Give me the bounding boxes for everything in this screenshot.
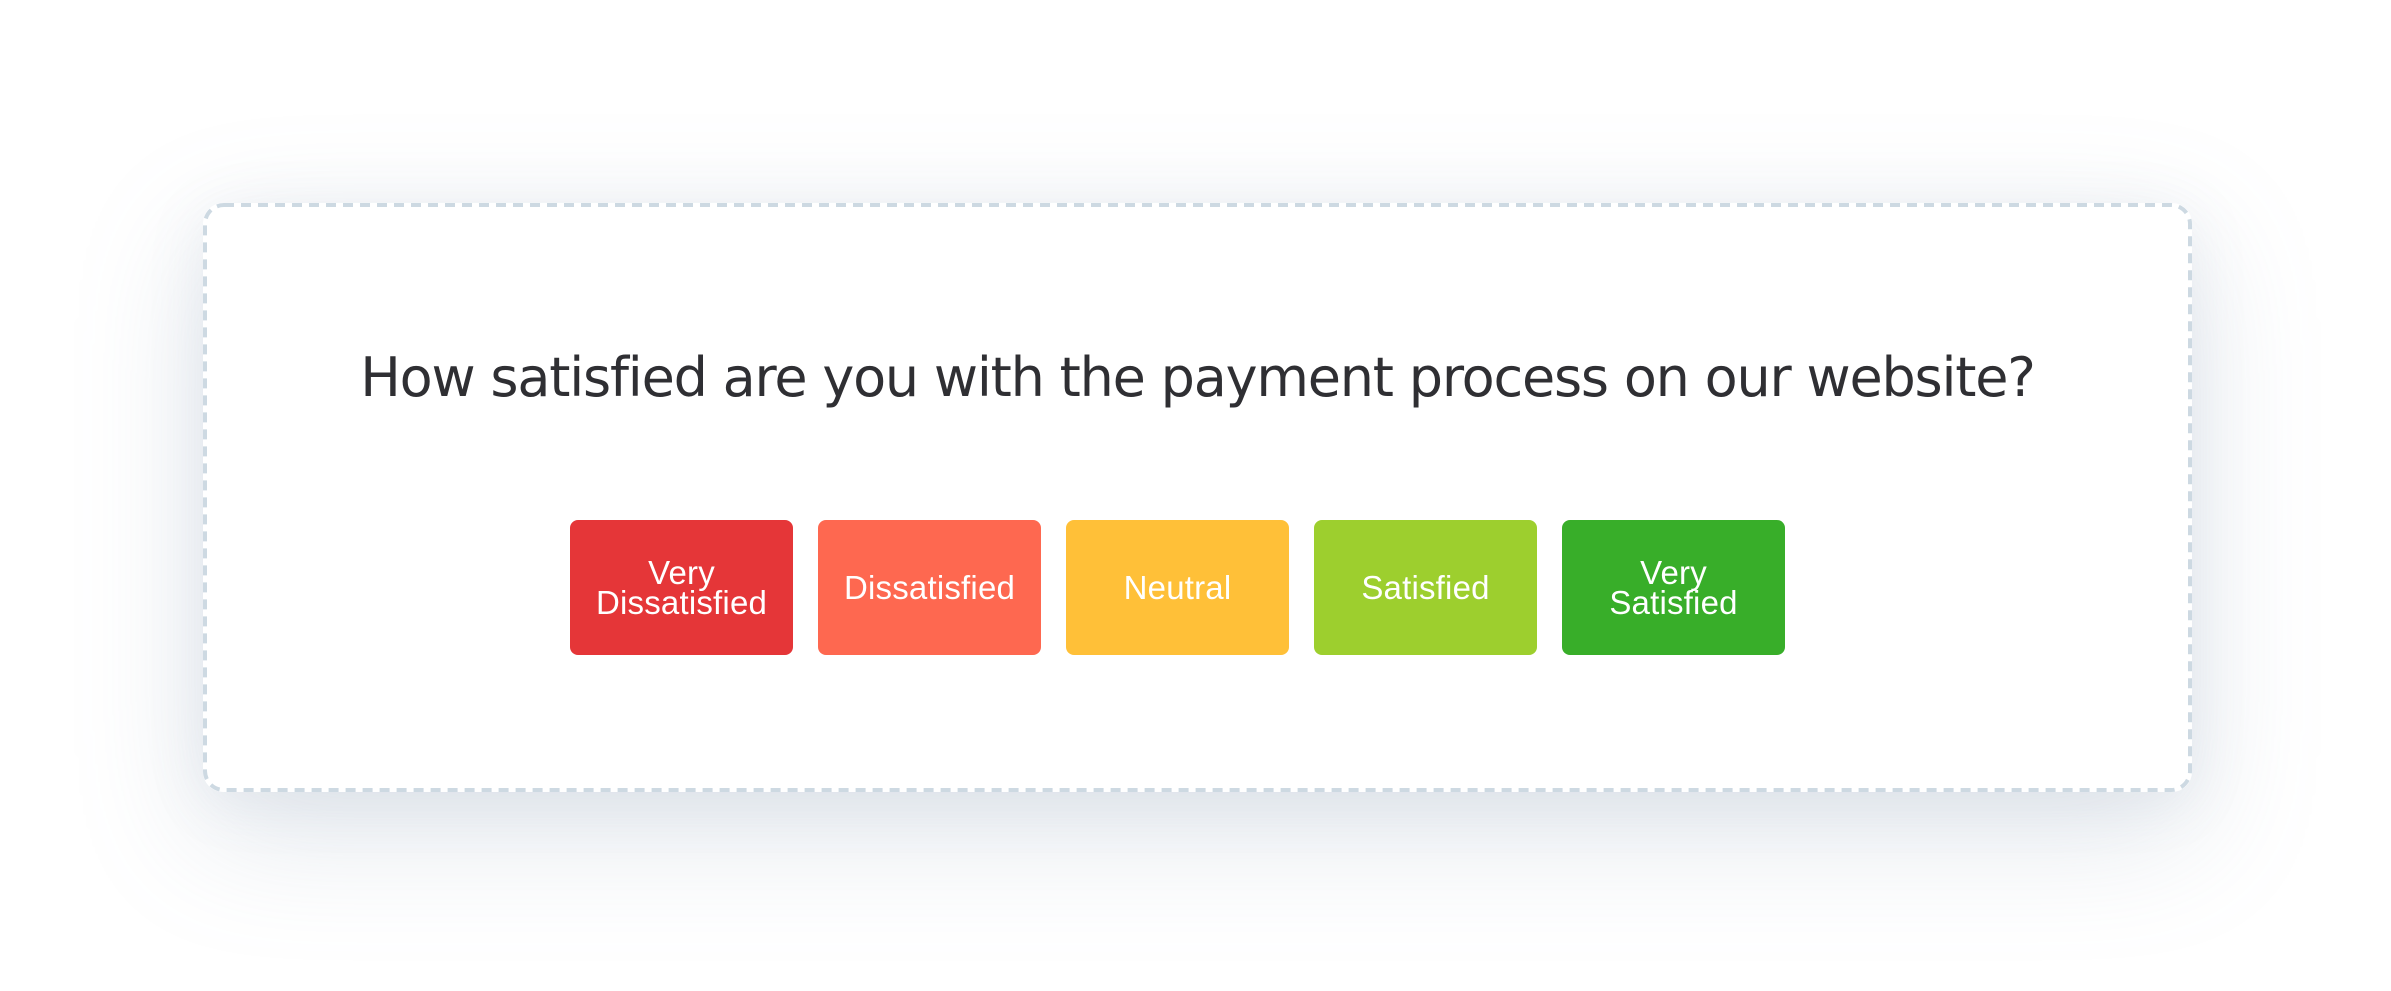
survey-card: How satisfied are you with the payment p…	[203, 203, 2192, 792]
card-dashed-border	[203, 203, 2192, 792]
option-label: Very Satisfied	[1609, 553, 1738, 621]
option-dissatisfied[interactable]: Dissatisfied	[818, 520, 1041, 655]
option-label: Very Dissatisfied	[595, 553, 768, 621]
option-very-dissatisfied[interactable]: Very Dissatisfied	[570, 520, 793, 655]
option-label: Neutral	[1123, 568, 1232, 606]
option-satisfied[interactable]: Satisfied	[1314, 520, 1537, 655]
option-label: Satisfied	[1361, 568, 1490, 606]
option-very-satisfied[interactable]: Very Satisfied	[1562, 520, 1785, 655]
option-label: Dissatisfied	[843, 568, 1016, 606]
rating-options: Very Dissatisfied Dissatisfied Neutral S…	[570, 520, 1785, 655]
option-neutral[interactable]: Neutral	[1066, 520, 1289, 655]
page-background: How satisfied are you with the payment p…	[0, 0, 2391, 991]
survey-question: How satisfied are you with the payment p…	[360, 346, 2036, 409]
